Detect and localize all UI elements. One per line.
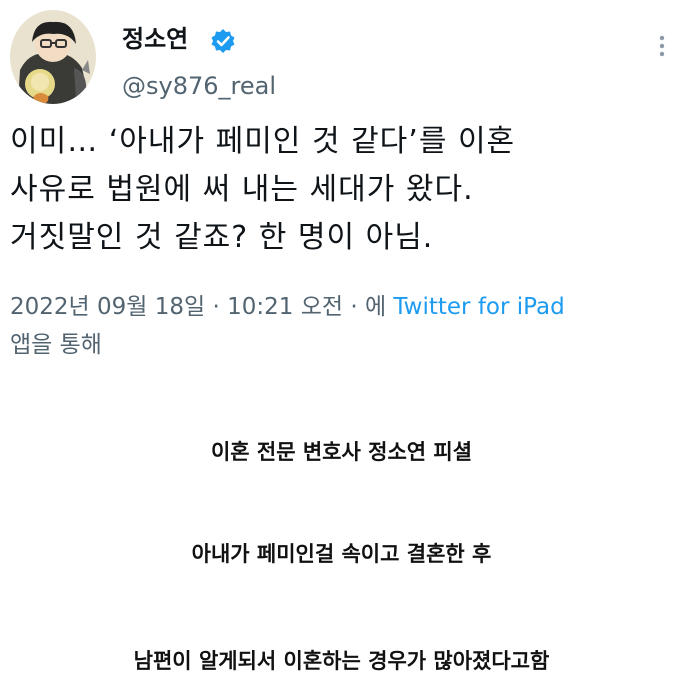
display-name[interactable]: 정소연 [122,24,188,54]
avatar-illustration [10,10,96,104]
tweet-source-suffix: 앱을 통해 [10,332,102,358]
caption-line: 이혼 전문 변호사 정소연 피셜 [210,440,473,464]
tweet-text-line: 사유로 법원에 써 내는 세대가 왔다. [10,172,474,207]
tweet-body: 이미… ‘아내가 페미인 것 같다’를 이혼 사유로 법원에 써 내는 세대가 … [10,118,680,262]
tweet-source-link[interactable]: Twitter for iPad [393,294,564,320]
tweet-card: 정소연 @sy876_real 이미… ‘아내가 페미인 것 같다’를 이혼 사… [0,0,683,370]
caption-line: 아내가 페미인걸 속이고 결혼한 후 [191,542,492,566]
more-options-icon[interactable] [652,32,672,60]
tweet-timestamp[interactable]: 2022년 09월 18일 · 10:21 오전 · 에 [10,294,386,320]
tweet-text-line: 거짓말인 것 같죠? 한 명이 아님. [10,220,434,255]
tweet-text-line: 이미… ‘아내가 페미인 것 같다’를 이혼 [10,124,516,159]
verified-badge-icon [211,29,235,53]
profile-avatar[interactable] [10,10,96,104]
caption-line: 남편이 알게되서 이혼하는 경우가 많아졌다고함 [133,649,550,673]
user-handle[interactable]: @sy876_real [122,71,276,101]
tweet-metadata: 2022년 09월 18일 · 10:21 오전 · 에 Twitter for… [10,288,682,364]
